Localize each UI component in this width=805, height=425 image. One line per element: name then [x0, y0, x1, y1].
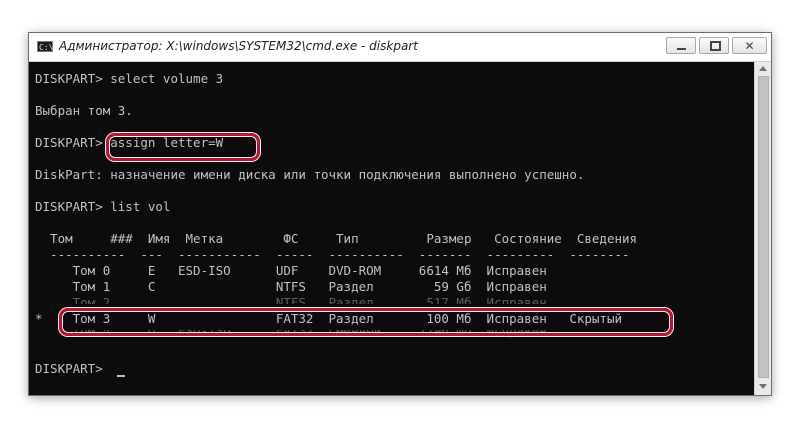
cmd-window: C:\ Администратор: X:\windows\SYSTEM32\c…: [28, 32, 772, 396]
text-cursor: [117, 375, 125, 377]
scroll-thumb[interactable]: [758, 76, 769, 378]
title-bar[interactable]: C:\ Администратор: X:\windows\SYSTEM32\c…: [29, 33, 771, 62]
minimize-button[interactable]: [666, 37, 696, 54]
volume-table-header: Том ### Имя Метка ФС Тип Размер Состояни…: [35, 231, 638, 246]
volume-row-1: Том 1 C NTFS Раздел 59 Gб Исправен: [35, 279, 547, 294]
console-prompt[interactable]: DISKPART>: [35, 361, 110, 377]
maximize-button[interactable]: [699, 37, 729, 54]
volume-table-separator: ---------- --- ----------- ----- -------…: [35, 247, 630, 262]
window-title: Администратор: X:\windows\SYSTEM32\cmd.e…: [59, 39, 418, 53]
volume-row-2: Том 2 NTFS Раздел 517 Мб Исправен: [35, 295, 547, 304]
volume-row-0: Том 0 E ESD-ISO UDF DVD-ROM 6614 Мб Испр…: [35, 263, 547, 278]
console-line-assign-success: DiskPart: назначение имени диска или точ…: [35, 167, 585, 182]
close-icon: ✕: [744, 39, 755, 53]
scroll-up-icon[interactable]: [759, 66, 767, 71]
close-button[interactable]: ✕: [732, 37, 767, 54]
assign-command-highlight: [106, 133, 260, 161]
vertical-scrollbar[interactable]: [754, 62, 771, 395]
volume-3-row-highlight: [59, 308, 673, 336]
cmd-app-icon: C:\: [37, 41, 54, 52]
scroll-down-icon[interactable]: [759, 384, 767, 389]
console-line-select-volume: DISKPART> select volume 3: [35, 71, 224, 86]
console-output[interactable]: DISKPART> select volume 3 Выбран том 3. …: [35, 71, 747, 391]
console-line-list-vol: DISKPART> list vol: [35, 199, 171, 214]
console-line-volume-selected: Выбран том 3.: [35, 103, 133, 118]
